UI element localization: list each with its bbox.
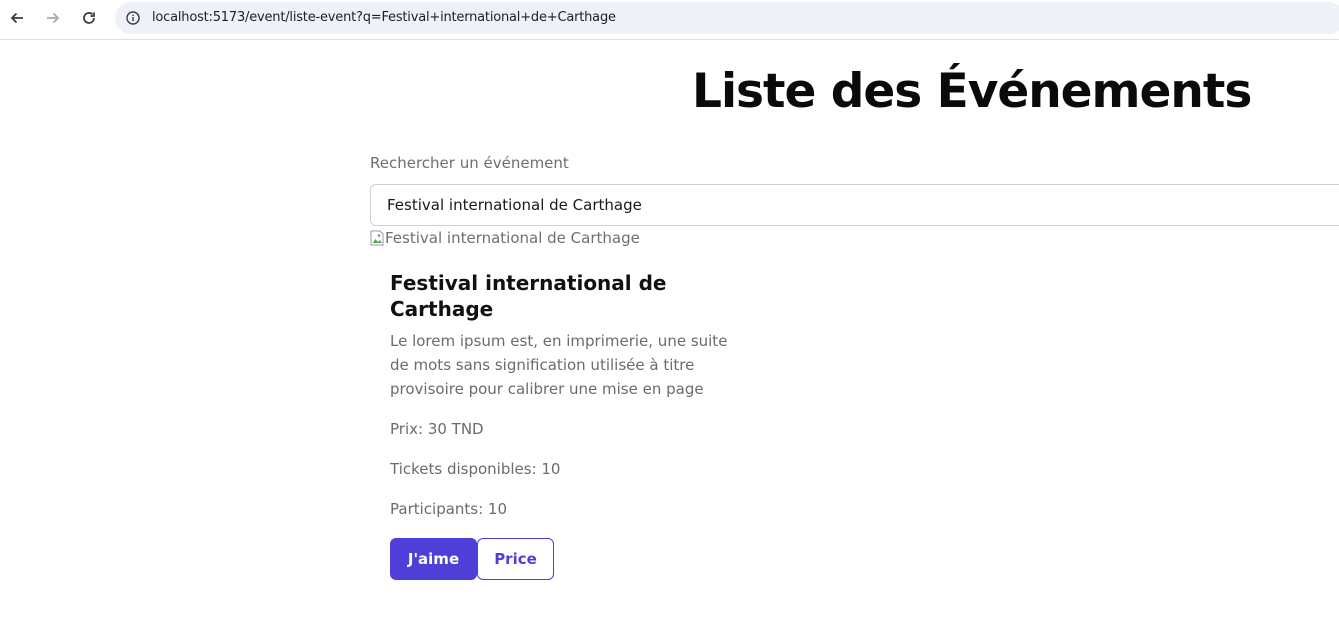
event-price: Prix: 30 TND: [390, 420, 484, 438]
address-bar[interactable]: localhost:5173/event/liste-event?q=Festi…: [115, 2, 1339, 34]
reload-button[interactable]: [77, 6, 101, 30]
search-input[interactable]: [370, 184, 1339, 226]
reload-icon: [83, 12, 95, 24]
broken-image-icon: [370, 230, 384, 246]
site-info-icon[interactable]: [124, 9, 142, 27]
event-description: Le lorem ipsum est, en imprimerie, une s…: [390, 332, 728, 398]
event-participants: Participants: 10: [390, 500, 508, 518]
arrow-right-icon: [47, 12, 60, 24]
browser-toolbar: localhost:5173/event/liste-event?q=Festi…: [0, 0, 1339, 40]
event-title: Festival international de Carthage: [390, 271, 667, 321]
url-text[interactable]: localhost:5173/event/liste-event?q=Festi…: [152, 10, 616, 25]
like-button[interactable]: J'aime: [390, 538, 477, 580]
event-image-alt: Festival international de Carthage: [385, 229, 640, 247]
search-label: Rechercher un événement: [370, 154, 569, 172]
page-title: Liste des Événements: [692, 64, 1252, 119]
arrow-left-icon: [10, 12, 23, 24]
event-image: Festival international de Carthage: [370, 228, 640, 248]
price-button[interactable]: Price: [477, 538, 554, 580]
event-tickets: Tickets disponibles: 10: [390, 460, 561, 478]
back-button[interactable]: [5, 6, 29, 30]
forward-button[interactable]: [41, 6, 65, 30]
